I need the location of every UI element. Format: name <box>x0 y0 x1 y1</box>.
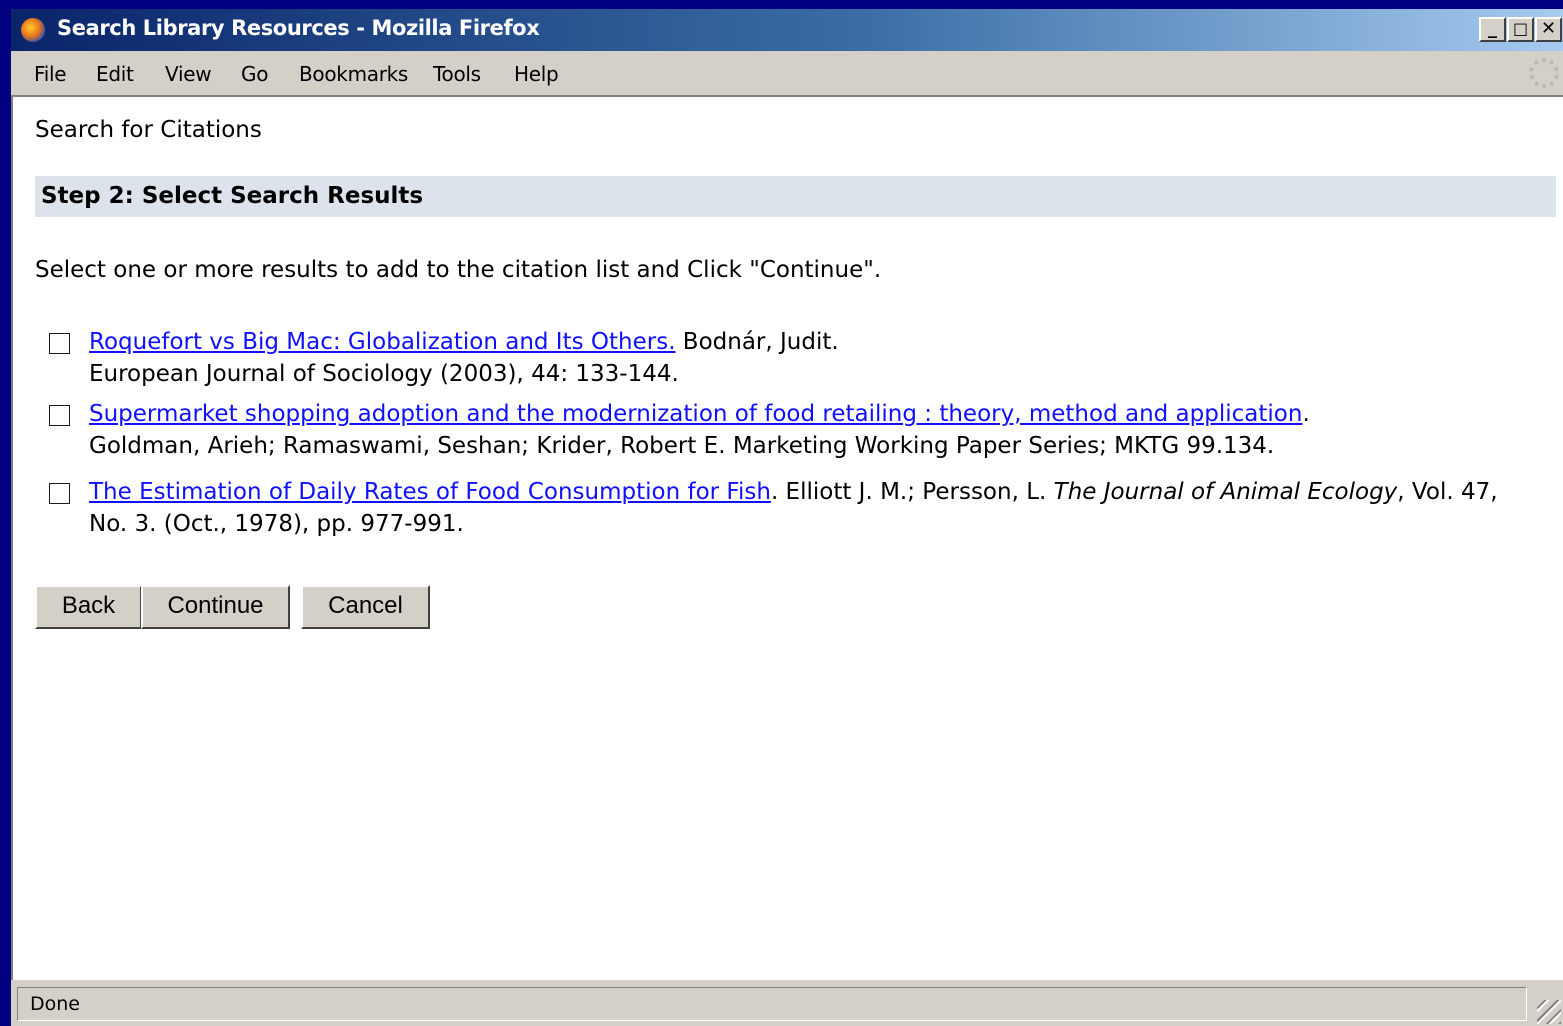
menu-tools[interactable]: Tools <box>433 62 481 86</box>
maximize-button[interactable]: □ <box>1507 17 1534 42</box>
menu-bookmarks[interactable]: Bookmarks <box>299 62 408 86</box>
window-title: Search Library Resources - Mozilla Firef… <box>57 16 540 40</box>
citation-authors: . Elliott J. M.; Persson, L. <box>770 479 1054 505</box>
back-button[interactable]: Back <box>35 585 142 629</box>
page-title: Search for Citations <box>35 117 262 143</box>
citation: Supermarket shopping adoption and the mo… <box>89 398 1529 462</box>
cancel-button[interactable]: Cancel <box>301 585 430 629</box>
instructions-text: Select one or more results to add to the… <box>35 257 882 283</box>
menu-go[interactable]: Go <box>241 62 268 86</box>
resize-grip-icon[interactable] <box>1537 1000 1561 1024</box>
citation: The Estimation of Daily Rates of Food Co… <box>89 476 1529 540</box>
result-checkbox[interactable] <box>49 483 70 504</box>
citation-link[interactable]: Supermarket shopping adoption and the mo… <box>89 401 1302 427</box>
citation-details: European Journal of Sociology (2003), 44… <box>89 361 679 387</box>
citation-link[interactable]: Roquefort vs Big Mac: Globalization and … <box>89 329 676 355</box>
page-content: Search for Citations Step 2: Select Sear… <box>11 96 1563 980</box>
status-bar: Done <box>11 981 1563 1026</box>
continue-button[interactable]: Continue <box>141 585 290 629</box>
citation-details: Goldman, Arieh; Ramaswami, Seshan; Kride… <box>89 433 1275 459</box>
menu-edit[interactable]: Edit <box>96 62 134 86</box>
menu-view[interactable]: View <box>165 62 212 86</box>
minimize-button[interactable]: _ <box>1479 17 1506 42</box>
firefox-logo-icon <box>21 18 45 42</box>
citation-authors: Bodnár, Judit. <box>675 329 839 355</box>
activity-throbber-icon <box>1529 58 1559 88</box>
status-field: Done <box>17 987 1527 1021</box>
step-heading: Step 2: Select Search Results <box>41 183 424 209</box>
close-button[interactable]: ✕ <box>1535 17 1562 42</box>
citation-punctuation: . <box>1302 401 1310 427</box>
citation-link[interactable]: The Estimation of Daily Rates of Food Co… <box>89 479 771 505</box>
menu-bar: File Edit View Go Bookmarks Tools Help <box>11 53 1563 96</box>
title-bar[interactable]: Search Library Resources - Mozilla Firef… <box>11 9 1563 51</box>
result-checkbox[interactable] <box>49 333 70 354</box>
citation: Roquefort vs Big Mac: Globalization and … <box>89 326 1529 390</box>
result-checkbox[interactable] <box>49 405 70 426</box>
menu-file[interactable]: File <box>34 62 67 86</box>
citation-journal: The Journal of Animal Ecology <box>1053 479 1398 505</box>
step-header: Step 2: Select Search Results <box>35 176 1556 217</box>
status-text: Done <box>30 993 80 1015</box>
browser-window: Search Library Resources - Mozilla Firef… <box>11 9 1563 1026</box>
menu-help[interactable]: Help <box>514 62 559 86</box>
